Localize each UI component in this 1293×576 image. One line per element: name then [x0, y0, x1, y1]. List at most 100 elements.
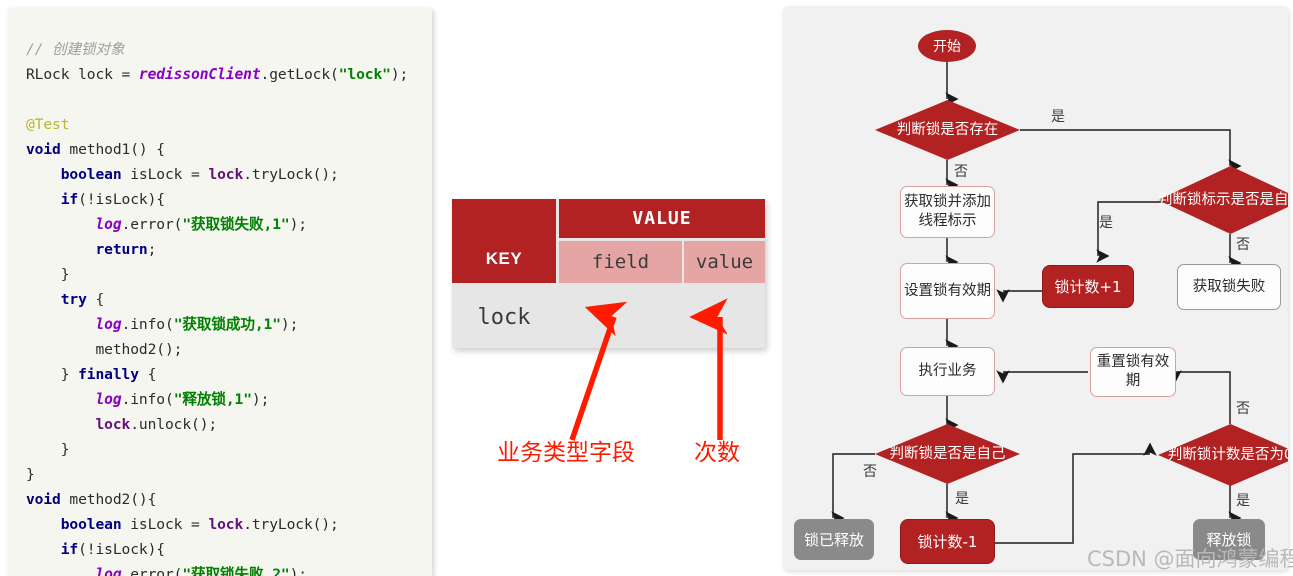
flow-node-execute-business[interactable]: 执行业务	[900, 347, 995, 396]
flow-node-reset-lock-ttl[interactable]: 重置锁有效期	[1090, 347, 1176, 397]
table-header-value: VALUE	[559, 199, 765, 238]
table-subheader-value: value	[684, 241, 765, 283]
code-token: boolean	[60, 515, 122, 533]
code-line: log.error("获取锁失败,1");	[26, 212, 408, 237]
flow-node-check-lock-count-zero[interactable]: 判断锁计数是否为0	[1158, 424, 1288, 486]
code-token: // 创建锁对象	[26, 40, 125, 58]
flow-node-acquire-lock-add-thread-id[interactable]: 获取锁并添加线程标示	[900, 186, 995, 238]
code-token: .getLock(	[260, 65, 339, 83]
code-token: lock	[95, 415, 131, 433]
code-token: "获取锁成功,1"	[173, 315, 281, 333]
code-line: void method1() {	[26, 137, 408, 162]
edge-label-owner-bottom-yes: 是	[955, 491, 969, 507]
code-line: if(!isLock){	[26, 187, 408, 212]
code-token: return	[95, 240, 148, 258]
flow-node-start[interactable]: 开始	[918, 30, 976, 62]
code-line: try {	[26, 287, 408, 312]
code-line: log.error("获取锁失败,2");	[26, 562, 408, 576]
code-line: log.info("获取锁成功,1");	[26, 312, 408, 337]
code-token: }	[26, 440, 70, 458]
code-token: log	[95, 215, 122, 233]
flow-node-label: 判断锁标示是否是自己	[1158, 191, 1288, 208]
code-token: void	[26, 490, 61, 508]
java-code-block: // 创建锁对象 RLock lock = redissonClient.getL…	[26, 37, 408, 576]
annotation-field-label: 业务类型字段	[497, 440, 635, 466]
code-token: isLock =	[121, 165, 209, 183]
code-token: method1() {	[60, 140, 165, 158]
code-token: "释放锁,1"	[173, 390, 252, 408]
code-token: if	[60, 190, 79, 208]
edge-label-count-zero-yes: 是	[1236, 493, 1250, 509]
flow-node-check-lock-exists[interactable]: 判断锁是否存在	[875, 100, 1020, 160]
edge-label-owner-top-yes: 是	[1099, 215, 1113, 231]
code-token: {	[86, 290, 105, 308]
code-token: );	[280, 315, 299, 333]
code-token: .info(	[121, 315, 174, 333]
table-subheader-field: field	[559, 241, 682, 283]
flow-node-label: 判断锁是否存在	[896, 121, 999, 138]
table-cell-field	[559, 286, 682, 348]
table-cell-key: lock	[452, 286, 556, 348]
edge-label-exists-no: 否	[954, 164, 968, 180]
code-token: RLock lock =	[26, 65, 139, 83]
code-line: boolean isLock = lock.tryLock();	[26, 162, 408, 187]
edge-label-owner-top-no: 否	[1236, 237, 1250, 253]
code-token: lock	[208, 515, 244, 533]
code-token: );	[251, 390, 270, 408]
code-panel: // 创建锁对象 RLock lock = redissonClient.getL…	[8, 8, 432, 576]
flow-node-label: 判断锁是否是自己	[889, 445, 1006, 462]
code-line: }	[26, 437, 408, 462]
flowchart-panel: 开始 判断锁是否存在 获取锁并添加线程标示 设置锁有效期 判断锁标示是否是自己 …	[783, 6, 1288, 570]
code-line: boolean isLock = lock.tryLock();	[26, 512, 408, 537]
code-token: .error(	[121, 565, 183, 576]
code-token: boolean	[60, 165, 122, 183]
code-token: log	[95, 390, 122, 408]
code-token: .info(	[121, 390, 174, 408]
code-token: .unlock();	[130, 415, 218, 433]
code-token: "获取锁失败,2"	[182, 565, 290, 576]
code-token: (!isLock){	[78, 190, 165, 208]
table-header-key: KEY	[452, 199, 556, 283]
code-line: }	[26, 262, 408, 287]
code-line: method2();	[26, 337, 408, 362]
edge-label-exists-yes: 是	[1051, 109, 1065, 125]
flow-node-check-lock-owner-bottom[interactable]: 判断锁是否是自己	[875, 424, 1020, 484]
code-token: (!isLock){	[78, 540, 165, 558]
code-line: } finally {	[26, 362, 408, 387]
flow-node-acquire-lock-failed[interactable]: 获取锁失败	[1177, 264, 1281, 310]
code-token: void	[26, 140, 61, 158]
flow-node-lock-count-increment[interactable]: 锁计数+1	[1042, 265, 1134, 308]
code-token: finally	[78, 365, 139, 383]
flow-node-check-lock-owner-top[interactable]: 判断锁标示是否是自己	[1158, 166, 1288, 234]
code-token: "获取锁失败,1"	[182, 215, 290, 233]
code-token: method2(){	[60, 490, 157, 508]
flow-node-lock-released[interactable]: 锁已释放	[794, 519, 874, 560]
code-token: );	[390, 65, 409, 83]
code-token: }	[26, 465, 35, 483]
code-token: redissonClient	[138, 65, 261, 83]
edge-label-owner-bottom-no: 否	[863, 464, 877, 480]
code-line: }	[26, 462, 408, 487]
code-token: if	[60, 540, 79, 558]
flow-node-set-lock-ttl[interactable]: 设置锁有效期	[900, 263, 995, 319]
code-line: void method2(){	[26, 487, 408, 512]
code-token: method2();	[26, 340, 183, 358]
code-token: );	[289, 215, 307, 233]
edge-label-count-zero-no: 否	[1236, 401, 1250, 417]
code-line: @Test	[26, 112, 408, 137]
code-token: try	[60, 290, 87, 308]
code-token: );	[289, 565, 307, 576]
flow-node-lock-count-decrement[interactable]: 锁计数-1	[900, 519, 995, 564]
code-line: return;	[26, 237, 408, 262]
code-token: @Test	[26, 115, 70, 133]
table-cell-value	[684, 286, 765, 348]
